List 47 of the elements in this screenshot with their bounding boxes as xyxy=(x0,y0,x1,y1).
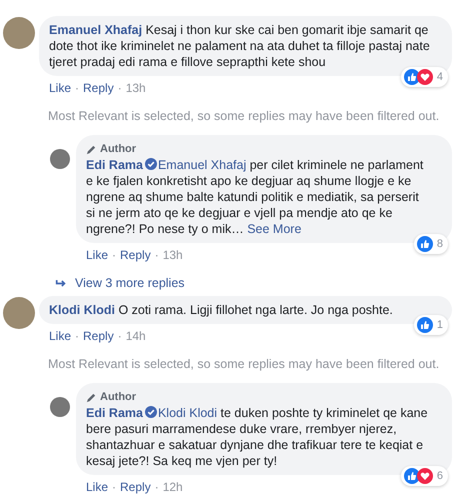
action-link[interactable]: Like xyxy=(49,81,72,95)
author-link[interactable]: Klodi Klodi xyxy=(49,303,115,317)
author-link[interactable]: Edi Rama xyxy=(86,158,143,172)
action-link[interactable]: Like xyxy=(86,480,108,494)
author-label: Author xyxy=(100,142,136,157)
reaction-count: 4 xyxy=(436,70,443,85)
avatar-placeholder[interactable] xyxy=(50,397,70,417)
separator-dot: · xyxy=(154,248,159,262)
separator-dot: · xyxy=(75,81,80,95)
reaction-count: 8 xyxy=(436,237,443,252)
thumbs-up-icon xyxy=(416,317,433,333)
thumbs-up-icon xyxy=(416,236,433,252)
reaction-count: 6 xyxy=(436,469,443,484)
action-link[interactable]: Reply xyxy=(120,480,151,494)
action-link[interactable]: Reply xyxy=(83,81,114,95)
mention-link[interactable]: Klodi Klodi xyxy=(158,406,218,420)
reply-arrow-icon xyxy=(55,278,67,288)
see-more-link[interactable]: See More xyxy=(247,222,302,236)
separator-dot: · xyxy=(112,248,116,262)
avatar-placeholder[interactable] xyxy=(3,17,35,49)
comment-text: Emanuel Xhafaj Kesaj i thon kur ske cai ben gomarit ibje samarit qe dote thot ike kriminelet ne palament na ata duhet ta filloje pastaj nate tjeret pradaj edi rama e fillove seprapthi kete shou xyxy=(49,22,430,70)
pencil-icon xyxy=(86,392,97,402)
action-link[interactable]: Reply xyxy=(83,329,114,343)
mention-link[interactable]: Emanuel Xhafaj xyxy=(158,158,246,172)
comment-text: Edi Rama Emanuel Xhafaj per cilet kriminele ne parlament e ke fjalen konkretisht apo ke degjuar aq shume llogje e ke ngrene aq shume balte katundi politik e mediatik, sa perserit si ne jerm ato qe ke degjuar e vjell pa mendje ato qe ke ngrene?! Po nese ty o mik… See More xyxy=(86,157,424,237)
avatar-placeholder[interactable] xyxy=(50,149,70,169)
avatar-placeholder[interactable] xyxy=(3,297,35,329)
separator-dot: · xyxy=(118,329,122,343)
comment-text: Klodi Klodi O zoti rama. Ligji fillohet nga larte. Jo nga poshte. xyxy=(49,302,394,318)
reaction-count: 1 xyxy=(436,318,443,333)
author-link[interactable]: Emanuel Xhafaj xyxy=(49,23,142,37)
thumbs-up-icon xyxy=(404,69,420,85)
comment-text: Edi Rama Klodi Klodi te duken poshte ty kriminelet qe kane bere pasuri marramendese duke vrare, rrembyer njerez, shantazhuar e sakatuar dynjane dhe trafikuar tere te keqiat e kesaj jete?! Sa keq me vjen per ty! xyxy=(86,405,429,469)
separator-dot: · xyxy=(112,480,116,494)
author-link[interactable]: Edi Rama xyxy=(86,406,143,420)
action-link[interactable]: Like xyxy=(86,248,108,262)
action-link[interactable]: Reply xyxy=(120,248,151,262)
filter-note: Most Relevant is selected, so some replies may have been filtered out. xyxy=(47,356,440,373)
author-label: Author xyxy=(100,390,136,405)
separator-dot: · xyxy=(154,480,159,494)
filter-note: Most Relevant is selected, so some replies may have been filtered out. xyxy=(47,108,440,125)
pencil-icon xyxy=(86,144,97,154)
action-link[interactable]: Like xyxy=(49,329,72,343)
separator-dot: · xyxy=(75,329,80,343)
view-more-replies-link[interactable]: View 3 more replies xyxy=(75,276,185,290)
separator-dot: · xyxy=(118,81,122,95)
thumbs-up-icon xyxy=(404,468,420,484)
